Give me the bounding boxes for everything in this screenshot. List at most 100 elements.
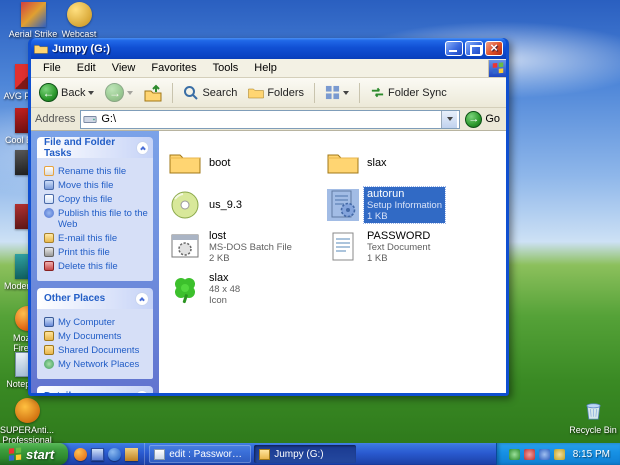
minimize-button[interactable] — [445, 41, 463, 56]
task-delete-file[interactable]: Delete this file — [44, 261, 148, 272]
menu-tools[interactable]: Tools — [205, 61, 247, 75]
drive-icon — [83, 115, 97, 123]
file-item-us93[interactable]: us_9.3 — [169, 186, 327, 224]
disc-icon — [169, 189, 201, 221]
link-my-network-places[interactable]: My Network Places — [44, 359, 148, 370]
close-button[interactable] — [485, 40, 503, 56]
file-item-lost[interactable]: lost MS-DOS Batch File 2 KB — [169, 228, 327, 266]
start-label: start — [26, 446, 55, 462]
panel-file-and-folder-tasks: File and Folder Tasks Rename this file M… — [37, 137, 153, 281]
file-type: Text Document — [367, 242, 431, 253]
tray-icon-4[interactable] — [553, 448, 565, 460]
clover-icon — [169, 273, 201, 305]
taskbar-task-edit-password[interactable]: edit : Password á uba... — [149, 445, 252, 463]
taskbar: start edit : Password á uba... Jumpy (G:… — [0, 443, 620, 465]
up-button[interactable] — [140, 82, 166, 104]
clock[interactable]: 8:15 PM — [573, 449, 610, 460]
desktop: Aerial Strike Webcast AVG Free... Cool E… — [0, 0, 620, 465]
document-icon — [154, 448, 166, 460]
menu-favorites[interactable]: Favorites — [143, 61, 204, 75]
desktop-icon-label: SUPERAnti... Professional — [0, 425, 55, 445]
tray-icon-3[interactable] — [538, 448, 550, 460]
webcast-icon — [66, 2, 92, 27]
taskbar-task-jumpy[interactable]: Jumpy (G:) — [254, 445, 357, 463]
network-icon — [44, 359, 54, 369]
menu-view[interactable]: View — [104, 61, 144, 75]
file-name: PASSWORD — [367, 230, 431, 242]
views-icon — [325, 85, 340, 100]
task-publish-file[interactable]: Publish this file to the Web — [44, 208, 148, 230]
link-shared-documents[interactable]: Shared Documents — [44, 345, 148, 356]
menu-edit[interactable]: Edit — [69, 61, 104, 75]
task-label: Rename this file — [58, 166, 127, 177]
task-email-file[interactable]: E-mail this file — [44, 233, 148, 244]
file-name: autorun — [367, 188, 405, 200]
file-item-password[interactable]: PASSWORD Text Document 1 KB — [327, 228, 485, 266]
quick-launch-media-icon[interactable] — [125, 447, 139, 461]
file-type: MS-DOS Batch File — [209, 242, 292, 253]
link-label: Shared Documents — [58, 345, 140, 356]
back-button[interactable]: ← Back — [35, 81, 98, 104]
file-dimensions: 48 x 48 — [209, 284, 241, 295]
task-label: E-mail this file — [58, 233, 118, 244]
panel-title: Details — [44, 391, 77, 393]
file-name: lost — [209, 230, 227, 242]
go-label: Go — [485, 113, 500, 125]
link-label: My Network Places — [58, 359, 140, 370]
forward-button[interactable]: → — [101, 81, 137, 104]
task-label: Copy this file — [58, 194, 113, 205]
address-combo[interactable]: G:\ — [80, 109, 461, 129]
file-item-slax-icon[interactable]: slax 48 x 48 Icon — [169, 270, 327, 308]
toolbar-separator — [314, 82, 316, 103]
quick-launch — [68, 443, 146, 465]
link-my-computer[interactable]: My Computer — [44, 317, 148, 328]
task-label: Print this file — [58, 247, 110, 258]
go-button[interactable]: → Go — [465, 110, 502, 128]
file-item-autorun-selected[interactable]: autorun Setup Information 1 KB — [327, 186, 485, 224]
search-button[interactable]: Search — [179, 83, 241, 103]
up-folder-icon — [144, 84, 162, 101]
window-title: Jumpy (G:) — [52, 42, 111, 55]
link-my-documents[interactable]: My Documents — [44, 331, 148, 342]
desktop-icon-recycle-bin[interactable]: Recycle Bin — [566, 398, 620, 435]
other-places-body: My Computer My Documents Shared Document… — [37, 309, 153, 379]
task-move-file[interactable]: Move this file — [44, 180, 148, 191]
toolbar: ← Back → Search Folders Folder Sync — [31, 78, 506, 108]
views-button[interactable] — [321, 83, 353, 102]
go-icon: → — [465, 110, 483, 128]
desktop-icon-webcast[interactable]: Webcast — [52, 2, 106, 39]
back-icon: ← — [39, 83, 58, 102]
file-name: us_9.3 — [209, 199, 243, 211]
file-item-boot[interactable]: boot — [169, 144, 327, 182]
quick-launch-firefox-icon[interactable] — [74, 447, 88, 461]
task-copy-file[interactable]: Copy this file — [44, 194, 148, 205]
folders-icon — [248, 88, 265, 98]
tray-icon-2[interactable] — [523, 448, 535, 460]
quick-launch-show-desktop-icon[interactable] — [91, 447, 105, 461]
start-button[interactable]: start — [0, 443, 69, 465]
address-dropdown-button[interactable] — [441, 110, 458, 128]
computer-icon — [44, 317, 54, 327]
task-print-file[interactable]: Print this file — [44, 247, 148, 258]
folders-button[interactable]: Folders — [244, 83, 308, 103]
views-dropdown-icon — [343, 90, 350, 95]
folder-sync-button[interactable]: Folder Sync — [366, 83, 451, 102]
quick-launch-browser-icon[interactable] — [108, 447, 122, 461]
details-header[interactable]: Details — [37, 386, 153, 393]
desktop-icon-superantispyware[interactable]: SUPERAnti... Professional — [0, 398, 54, 445]
window-body: File Edit View Favorites Tools Help ← Ba… — [31, 59, 506, 393]
folder-icon — [327, 147, 359, 179]
file-item-slax-folder[interactable]: slax — [327, 144, 485, 182]
task-rename-file[interactable]: Rename this file — [44, 166, 148, 177]
search-icon — [184, 85, 199, 100]
link-label: My Computer — [58, 317, 116, 328]
maximize-button[interactable] — [465, 41, 483, 56]
publish-icon — [44, 208, 54, 218]
menu-file[interactable]: File — [35, 61, 69, 75]
window-titlebar[interactable]: Jumpy (G:) — [31, 38, 506, 59]
tray-icon-1[interactable] — [508, 448, 520, 460]
file-tasks-header[interactable]: File and Folder Tasks — [37, 137, 153, 159]
file-tasks-body: Rename this file Move this file Copy thi… — [37, 158, 153, 281]
other-places-header[interactable]: Other Places — [37, 288, 153, 309]
menu-help[interactable]: Help — [246, 61, 285, 75]
